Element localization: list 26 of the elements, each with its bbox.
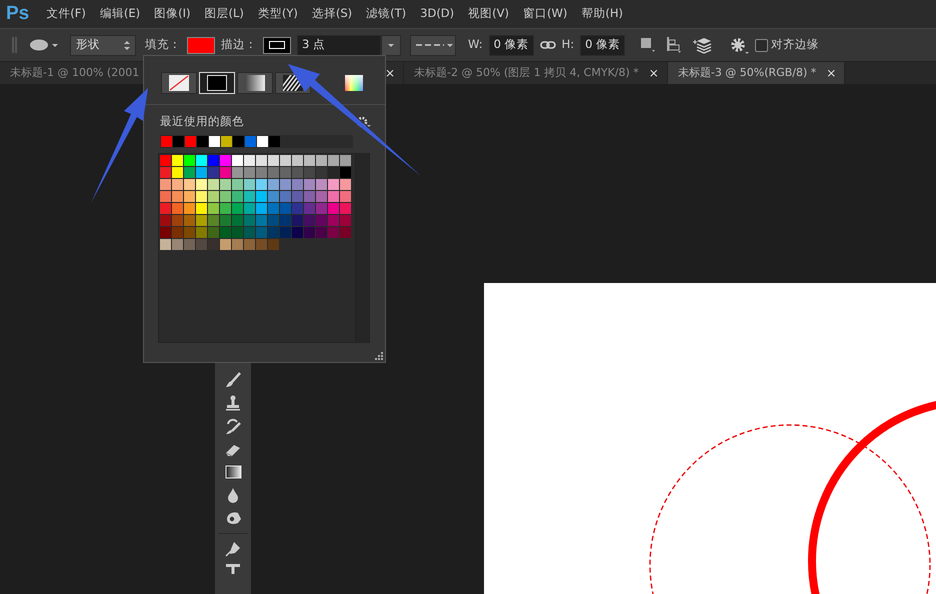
stroke-width-field[interactable]: 3 点	[297, 34, 381, 56]
menu-item[interactable]: 类型(Y)	[250, 5, 305, 23]
menu-item[interactable]: 选择(S)	[304, 5, 360, 23]
checkbox-label: 对齐边缘	[771, 36, 820, 54]
menu-item[interactable]: 文件(F)	[39, 5, 93, 23]
menu-item[interactable]: 视图(V)	[461, 5, 516, 23]
recent-colors-label: 最近使用的颜色	[160, 113, 244, 130]
fill-label: 填充：	[145, 36, 181, 54]
close-icon[interactable]: ×	[648, 64, 659, 82]
menu-item[interactable]: 图层(L)	[197, 5, 251, 23]
app-logo: Ps	[5, 2, 30, 26]
width-field[interactable]: 0 像素	[488, 34, 534, 56]
width-label: W:	[468, 36, 483, 54]
document-tab[interactable]: 未标题-3 @ 50%(RGB/8) * ×	[668, 62, 846, 84]
menu-item[interactable]: 窗口(W)	[516, 5, 574, 23]
menu-item[interactable]: 帮助(H)	[574, 5, 630, 23]
menu-item[interactable]: 编辑(E)	[92, 5, 148, 23]
menu-item[interactable]: 3D(D)	[413, 5, 462, 23]
close-icon[interactable]: ×	[826, 64, 836, 82]
stroke-label: 描边：	[221, 36, 257, 54]
close-icon[interactable]: ×	[384, 64, 395, 82]
shape-mode-select[interactable]: 形状	[70, 34, 136, 56]
height-field[interactable]: 0 像素	[580, 34, 626, 56]
menu-item[interactable]: 滤镜(T)	[359, 5, 414, 23]
height-label: H:	[562, 36, 574, 54]
menu-item[interactable]: 图像(I)	[147, 5, 198, 23]
